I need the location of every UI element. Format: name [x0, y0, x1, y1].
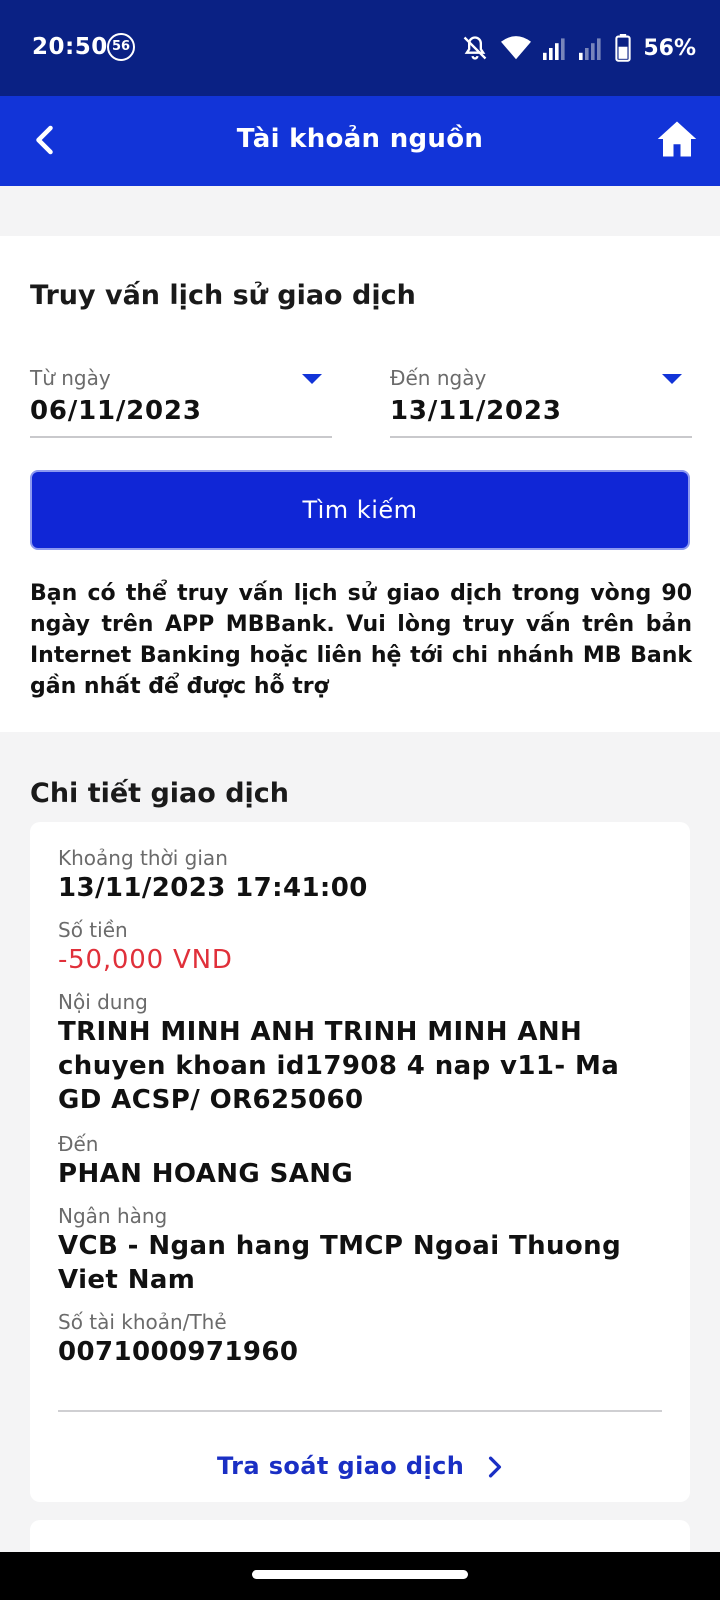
account-value: 0071000971960 [58, 1337, 299, 1367]
signal-icon [579, 38, 601, 60]
time-label: Khoảng thời gian [58, 846, 228, 870]
notification-count-badge: 56 [107, 33, 135, 61]
battery-icon [615, 34, 631, 62]
time-value: 13/11/2023 17:41:00 [58, 873, 368, 903]
system-navigation-bar [0, 1552, 720, 1600]
from-date-field[interactable]: Từ ngày 06/11/2023 [30, 366, 332, 438]
app-header: Tài khoản nguồn [0, 96, 720, 186]
search-button[interactable]: Tìm kiếm [30, 470, 690, 550]
account-label: Số tài khoản/Thẻ [58, 1310, 227, 1334]
section-gap [0, 186, 720, 236]
amount-label: Số tiền [58, 918, 128, 942]
bank-label: Ngân hàng [58, 1204, 168, 1228]
content-value: TRINH MINH ANH TRINH MINH ANH chuyen kho… [58, 1017, 620, 1115]
to-date-label: Đến ngày [390, 366, 487, 390]
status-time: 20:50 [32, 34, 108, 60]
battery-percent: 56% [643, 35, 696, 61]
home-indicator[interactable] [252, 1570, 468, 1579]
content-label: Nội dung [58, 990, 148, 1014]
home-icon [657, 121, 697, 157]
transaction-detail-card: Khoảng thời gian 13/11/2023 17:41:00 Số … [30, 822, 690, 1502]
query-notice: Bạn có thể truy vấn lịch sử giao dịch tr… [30, 581, 692, 699]
status-icons: 56% [461, 32, 696, 64]
notifications-off-icon [464, 36, 487, 60]
trace-transaction-label: Tra soát giao dịch [216, 1452, 465, 1480]
status-bar: 20:50 56 56% [0, 0, 720, 96]
details-section-title: Chi tiết giao dịch [30, 778, 290, 809]
signal-icon [543, 38, 565, 60]
trace-transaction-link[interactable]: Tra soát giao dịch [30, 1452, 690, 1480]
recipient-value: PHAN HOANG SANG [58, 1159, 354, 1189]
from-date-label: Từ ngày [30, 366, 111, 390]
from-date-value: 06/11/2023 [30, 396, 202, 426]
chevron-right-icon [488, 1456, 502, 1478]
to-date-value: 13/11/2023 [390, 396, 562, 426]
query-title: Truy vấn lịch sử giao dịch [30, 280, 416, 311]
to-date-field[interactable]: Đến ngày 13/11/2023 [390, 366, 692, 438]
divider [58, 1410, 662, 1412]
page-title: Tài khoản nguồn [236, 124, 484, 154]
recipient-label: Đến [58, 1132, 99, 1156]
bank-value: VCB - Ngan hang TMCP Ngoai Thuong Viet N… [58, 1231, 622, 1295]
dropdown-caret-icon [662, 374, 682, 384]
transaction-query-card: Truy vấn lịch sử giao dịch Từ ngày 06/11… [0, 236, 720, 732]
wifi-icon [501, 36, 532, 60]
dropdown-caret-icon [302, 374, 322, 384]
amount-value: -50,000 VND [58, 945, 233, 975]
home-button[interactable] [656, 118, 698, 160]
